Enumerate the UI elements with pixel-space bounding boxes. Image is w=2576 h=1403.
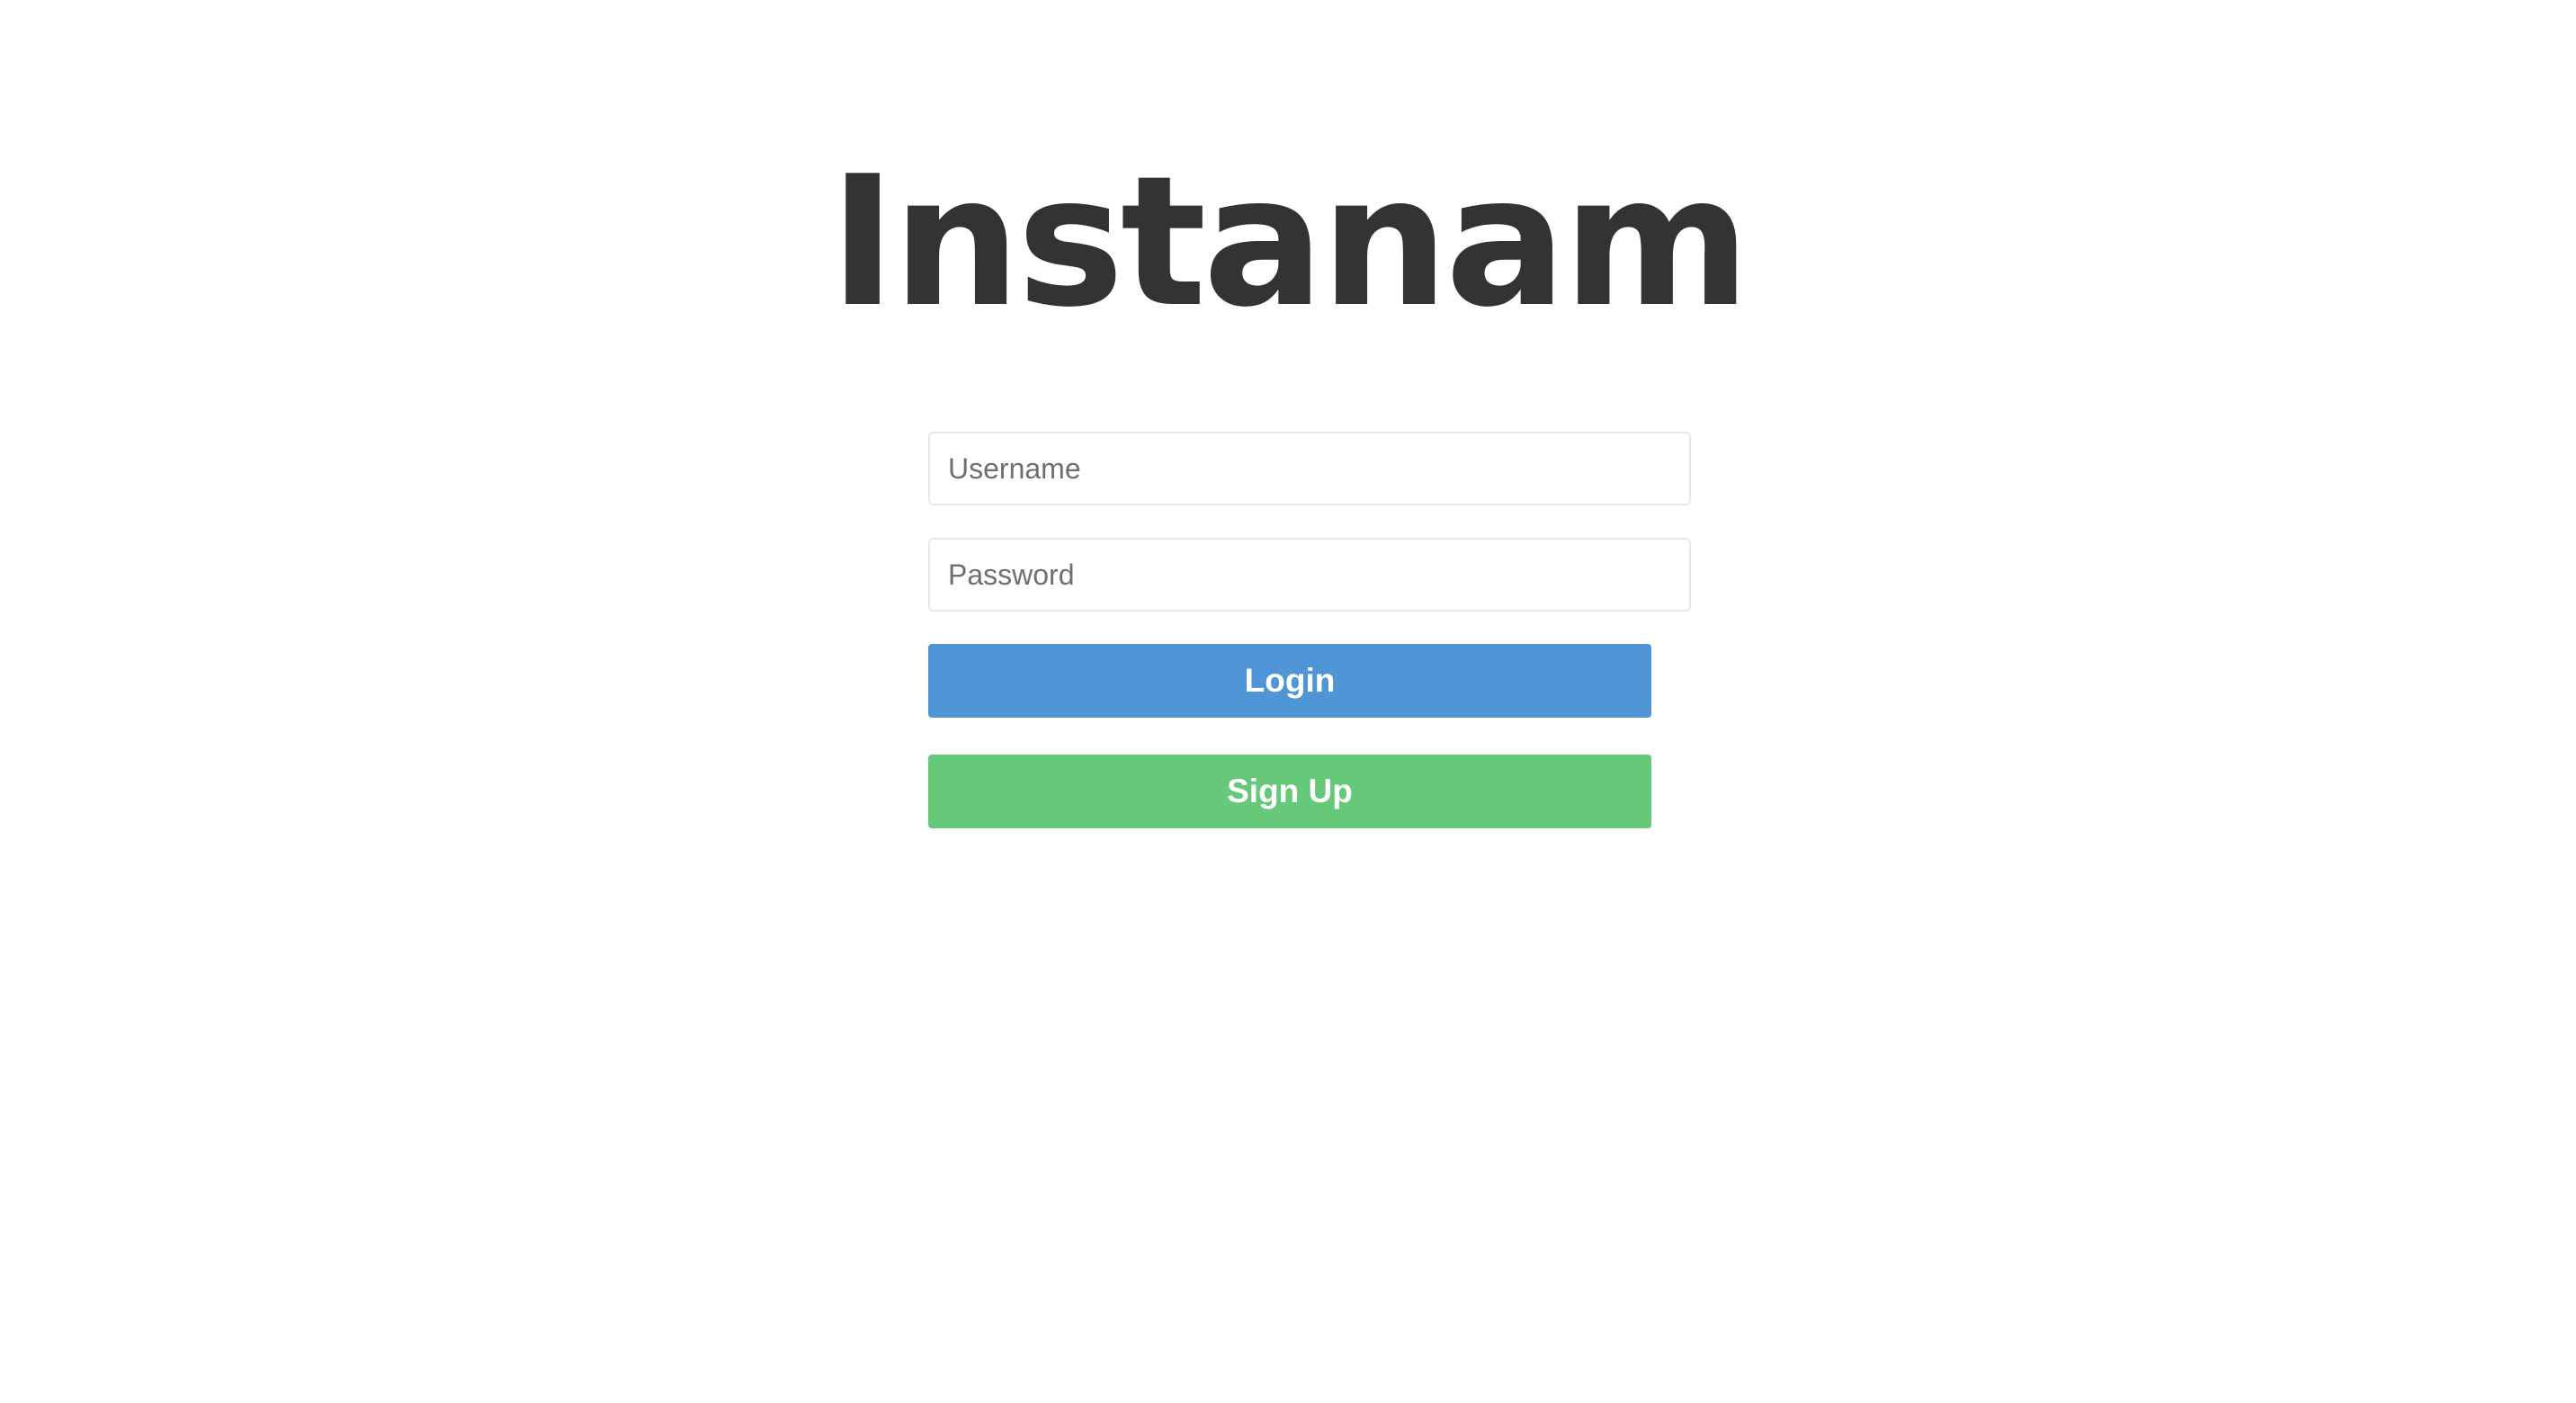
login-form: Login Sign Up [928,432,1691,828]
app-logo: Instanam [828,138,1750,347]
username-input[interactable] [928,432,1691,505]
password-input[interactable] [928,538,1691,612]
login-button[interactable]: Login [928,644,1651,718]
signup-button[interactable]: Sign Up [928,755,1651,828]
